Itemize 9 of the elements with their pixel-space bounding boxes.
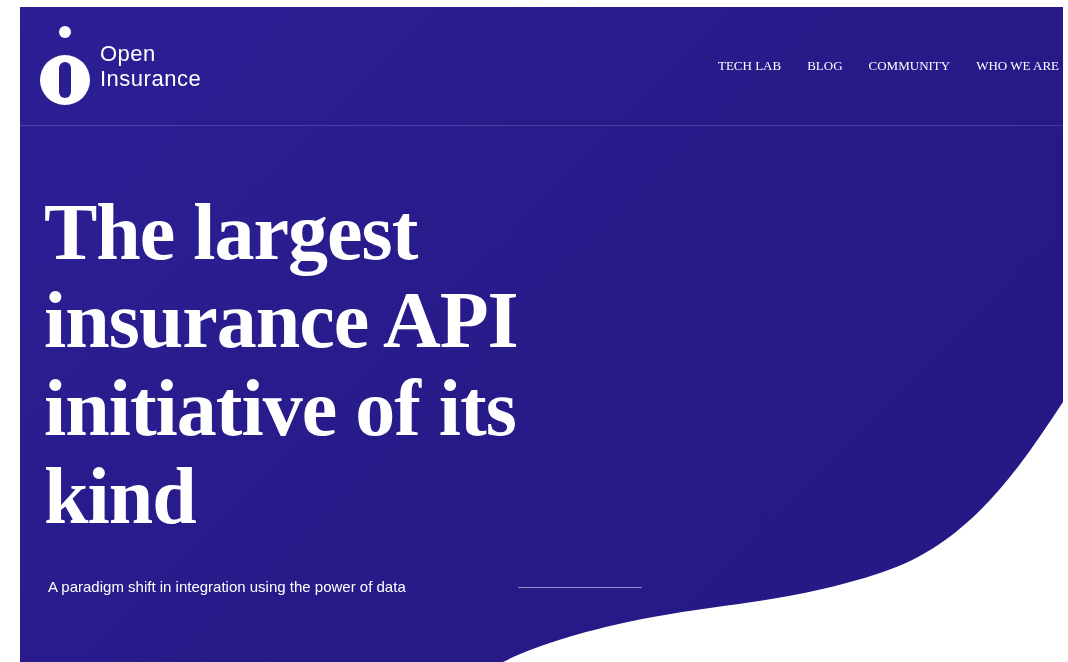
hero-headline: The largest insurance API initiative of its kind [44, 188, 519, 540]
nav-link[interactable]: TECH LAB [717, 58, 782, 74]
logo-icon [40, 24, 90, 108]
logo-text: Open [100, 41, 157, 66]
nav-link[interactable]: BLOG [807, 58, 843, 74]
nav-link[interactable]: COMMUNITY [868, 58, 951, 74]
logo-text: Insurance [100, 66, 202, 91]
hero-subtitle: A paradigm shift in integration using the power of data [48, 578, 407, 595]
nav-link[interactable]: WHO WE ARE [976, 58, 1059, 74]
